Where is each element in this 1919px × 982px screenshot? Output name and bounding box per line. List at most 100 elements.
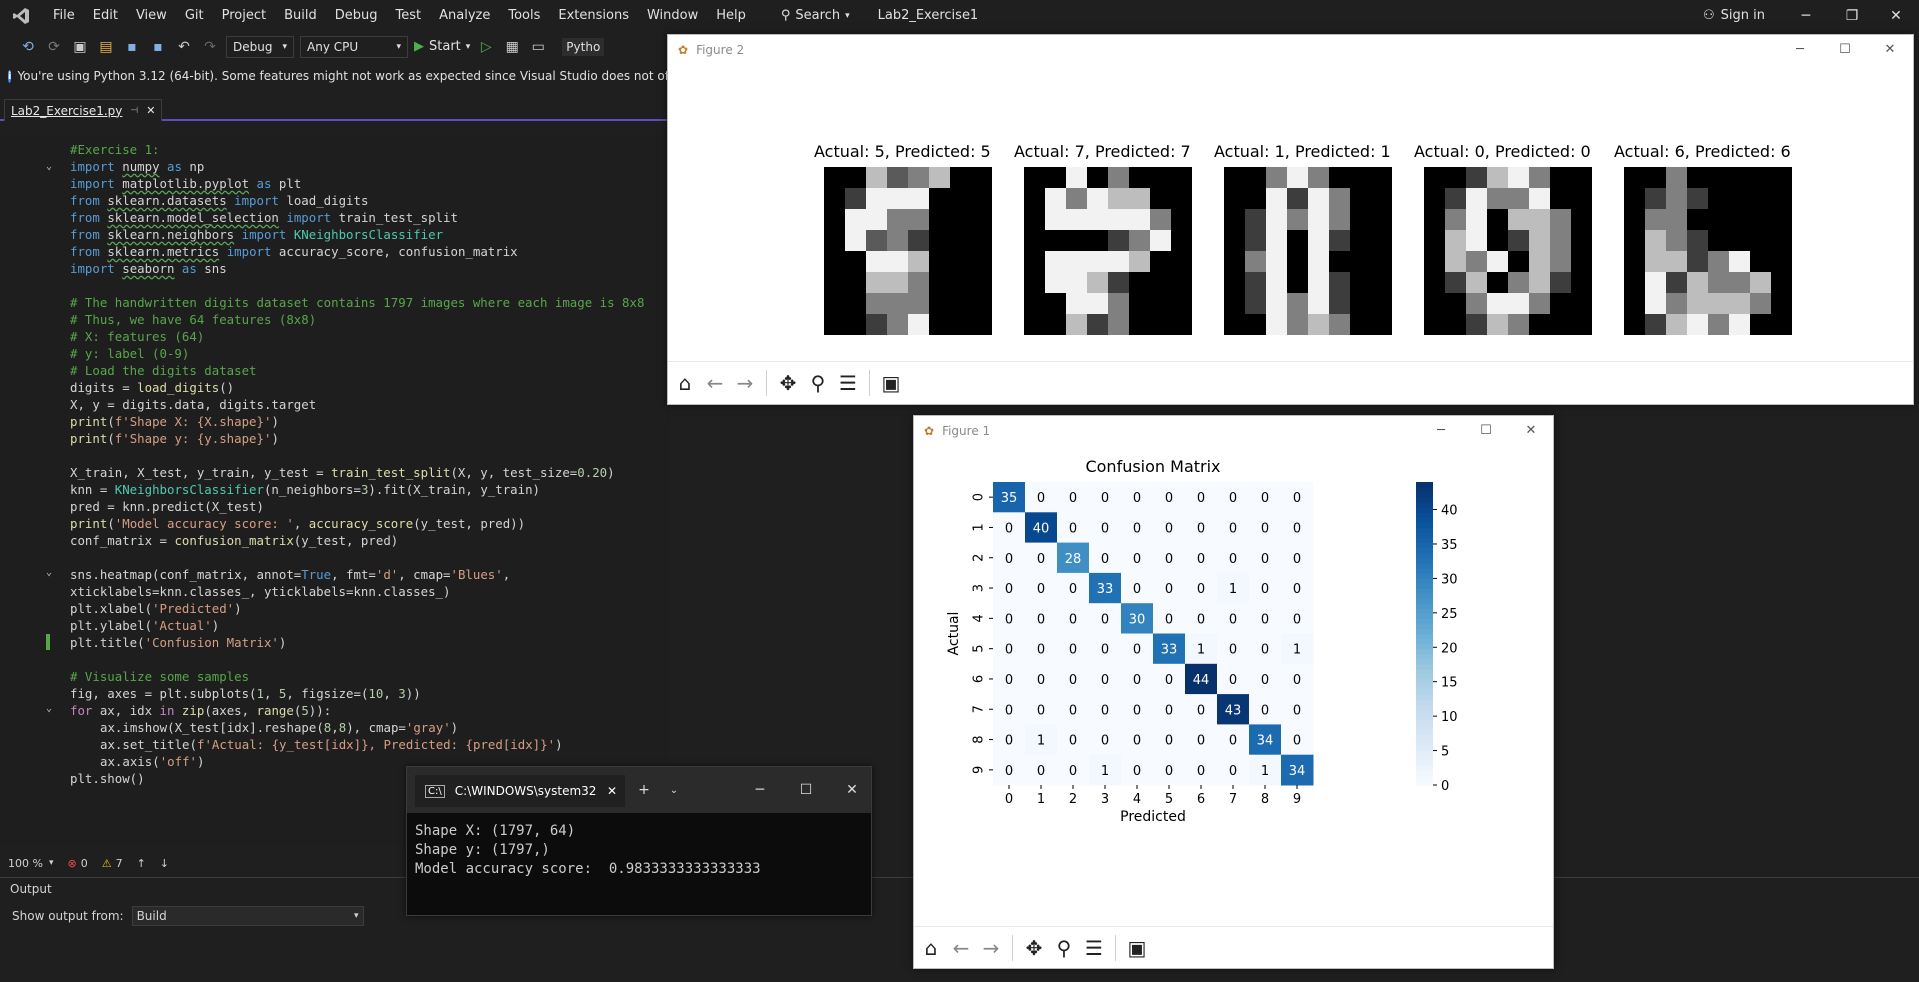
- collapse-icon[interactable]: ⌄: [46, 703, 52, 714]
- pan-icon[interactable]: ✥: [775, 371, 801, 395]
- tab-lab2-exercise1[interactable]: Lab2_Exercise1.py ⊣ ✕: [4, 99, 163, 121]
- digit-pixel: [1729, 314, 1750, 335]
- close-button[interactable]: ✕: [1873, 0, 1919, 31]
- python-environment-dropdown[interactable]: Pytho: [562, 37, 605, 56]
- new-tab-icon[interactable]: +: [629, 775, 659, 805]
- back-icon[interactable]: ⟲: [18, 37, 38, 57]
- maximize-button[interactable]: ☐: [783, 775, 829, 805]
- search-button[interactable]: ⚲ Search ▾: [773, 8, 858, 23]
- collapse-icon[interactable]: ⌄: [46, 161, 52, 172]
- colorbar-segment: [1416, 684, 1433, 690]
- close-button[interactable]: ✕: [1509, 416, 1553, 445]
- start-without-debugging-icon[interactable]: ▷: [476, 37, 496, 57]
- digit-pixel: [1424, 167, 1445, 188]
- forward-arrow-icon[interactable]: →: [732, 371, 758, 395]
- home-icon[interactable]: ⌂: [918, 936, 944, 960]
- pan-icon[interactable]: ✥: [1021, 936, 1047, 960]
- arrow-down-icon[interactable]: ↓: [160, 857, 169, 870]
- undo-icon[interactable]: ↶: [174, 37, 194, 57]
- menu-project[interactable]: Project: [213, 0, 275, 31]
- digit-pixel: [1371, 272, 1392, 293]
- save-figure-icon[interactable]: ▣: [878, 371, 904, 395]
- menu-extensions[interactable]: Extensions: [549, 0, 638, 31]
- code-line: plt.ylabel('Actual'): [70, 618, 220, 633]
- close-button[interactable]: ✕: [1868, 35, 1912, 64]
- maximize-button[interactable]: ☐: [1823, 35, 1867, 64]
- menu-test[interactable]: Test: [387, 0, 431, 31]
- save-figure-icon[interactable]: ▣: [1124, 936, 1150, 960]
- browse-icon[interactable]: ▦: [502, 37, 522, 57]
- digit-pixel: [866, 272, 887, 293]
- colorbar-segment: [1416, 618, 1433, 624]
- colorbar-tick-label: 0: [1441, 779, 1449, 794]
- forward-icon[interactable]: ⟳: [44, 37, 64, 57]
- digit-pixel: [845, 293, 866, 314]
- cell-label: 0: [1101, 703, 1109, 718]
- menu-git[interactable]: Git: [176, 0, 213, 31]
- menu-window[interactable]: Window: [638, 0, 707, 31]
- arrow-up-icon[interactable]: ↑: [137, 857, 146, 870]
- menu-analyze[interactable]: Analyze: [430, 0, 499, 31]
- back-arrow-icon[interactable]: ←: [702, 371, 728, 395]
- zoom-icon[interactable]: ⚲: [1051, 936, 1077, 960]
- close-icon[interactable]: ✕: [146, 104, 155, 117]
- cell-label: 0: [1261, 582, 1269, 597]
- zoom-icon[interactable]: ⚲: [805, 371, 831, 395]
- open-folder-icon[interactable]: ▤: [96, 37, 116, 57]
- document-tab-strip: Lab2_Exercise1.py ⊣ ✕: [0, 97, 670, 121]
- menu-build[interactable]: Build: [275, 0, 326, 31]
- minimize-button[interactable]: ─: [737, 775, 783, 805]
- menu-tools[interactable]: Tools: [499, 0, 549, 31]
- digit-pixel: [1687, 251, 1708, 272]
- home-icon[interactable]: ⌂: [672, 371, 698, 395]
- minimize-button[interactable]: ─: [1419, 416, 1463, 445]
- sign-in-button[interactable]: ⚇ Sign in: [1703, 0, 1765, 31]
- chevron-down-icon[interactable]: ▾: [49, 858, 54, 868]
- digit-pixel: [845, 230, 866, 251]
- configure-subplots-icon[interactable]: ☰: [835, 371, 861, 395]
- save-icon[interactable]: ▪: [122, 37, 142, 57]
- new-project-icon[interactable]: ▣: [70, 37, 90, 57]
- error-count[interactable]: ⊗ 0: [67, 857, 87, 870]
- configure-subplots-icon[interactable]: ☰: [1081, 936, 1107, 960]
- digit-pixel: [1687, 314, 1708, 335]
- platform-dropdown[interactable]: Any CPU ▾: [300, 35, 408, 58]
- menu-help[interactable]: Help: [707, 0, 755, 31]
- forward-arrow-icon[interactable]: →: [978, 936, 1004, 960]
- digit-pixel: [1287, 230, 1308, 251]
- start-button[interactable]: ▶ Start ▾: [414, 39, 470, 54]
- layout-icon[interactable]: ▭: [528, 37, 548, 57]
- redo-icon[interactable]: ↷: [200, 37, 220, 57]
- zoom-level[interactable]: 100 %: [8, 857, 43, 870]
- pin-icon[interactable]: ⊣: [130, 106, 138, 116]
- close-icon[interactable]: ✕: [607, 784, 617, 798]
- cell-label: 28: [1065, 552, 1082, 567]
- digit-pixel: [1150, 188, 1171, 209]
- minimize-button[interactable]: ─: [1778, 35, 1822, 64]
- code-editor[interactable]: ⌄ ⌄ ⌄ #Exercise 1: import numpy as np im…: [0, 135, 670, 845]
- output-source-dropdown[interactable]: Build ▾: [131, 906, 364, 926]
- warning-count[interactable]: ⚠ 7: [102, 857, 123, 870]
- maximize-button[interactable]: ☐: [1464, 416, 1508, 445]
- menu-debug[interactable]: Debug: [326, 0, 387, 31]
- code-line: knn = KNeighborsClassifier(n_neighbors=3…: [70, 482, 540, 497]
- digit-image: [1024, 167, 1192, 335]
- cell-label: 0: [1133, 703, 1141, 718]
- menu-view[interactable]: View: [127, 0, 176, 31]
- menu-edit[interactable]: Edit: [84, 0, 127, 31]
- console-tab[interactable]: C:\ C:\WINDOWS\system32 ✕: [415, 775, 625, 807]
- restore-button[interactable]: ❐: [1829, 0, 1875, 31]
- save-all-icon[interactable]: ▪: [148, 37, 168, 57]
- chevron-down-icon[interactable]: ⌄: [659, 775, 689, 805]
- console-line: Shape y: (1797,): [415, 842, 550, 858]
- digit-pixel: [1424, 272, 1445, 293]
- digit-pixel: [1224, 272, 1245, 293]
- configuration-dropdown[interactable]: Debug ▾: [226, 35, 294, 58]
- menu-file[interactable]: File: [44, 0, 84, 31]
- code-line: print('Model accuracy score: ', accuracy…: [70, 516, 526, 531]
- close-button[interactable]: ✕: [829, 775, 875, 805]
- collapse-icon[interactable]: ⌄: [46, 567, 52, 578]
- cell-label: 0: [1261, 673, 1269, 688]
- minimize-button[interactable]: ─: [1783, 0, 1829, 31]
- back-arrow-icon[interactable]: ←: [948, 936, 974, 960]
